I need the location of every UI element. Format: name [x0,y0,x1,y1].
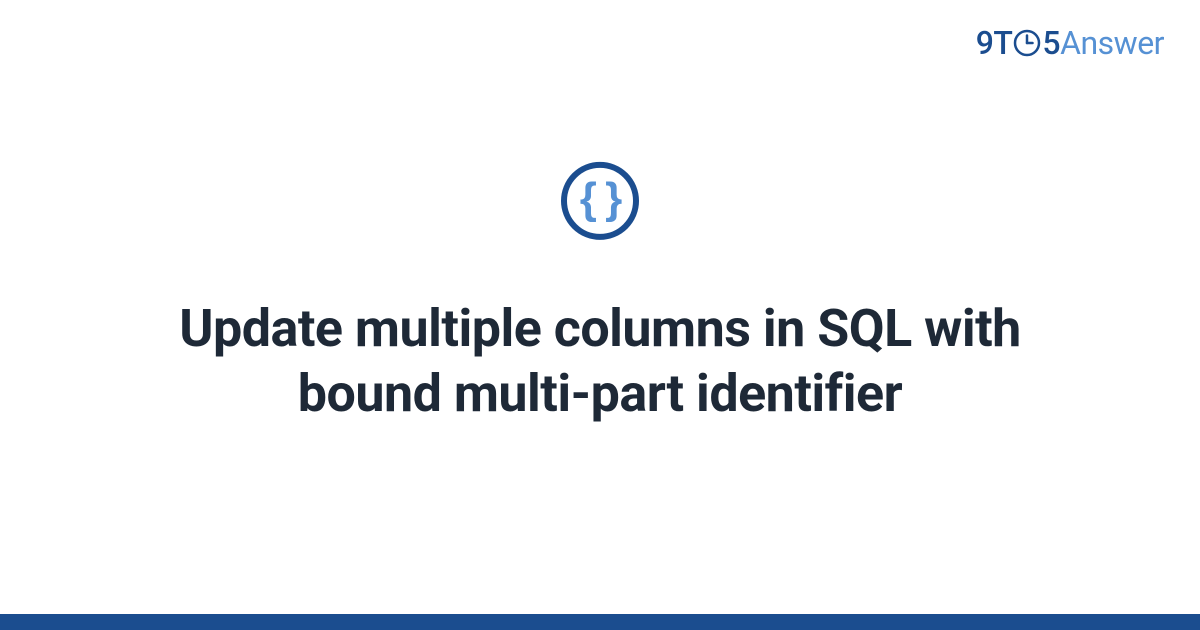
page-title: Update multiple columns in SQL with boun… [120,296,1080,426]
footer-accent-bar [0,614,1200,630]
braces-glyph: { } [580,177,620,221]
main-content: { } Update multiple columns in SQL with … [0,162,1200,426]
logo-text-answer: Answer [1060,24,1164,62]
clock-icon [1013,29,1041,57]
logo-text-9t: 9T [976,24,1013,62]
code-braces-icon: { } [561,162,639,240]
site-logo[interactable]: 9T 5 Answer [976,24,1164,62]
logo-text-5: 5 [1042,24,1060,62]
